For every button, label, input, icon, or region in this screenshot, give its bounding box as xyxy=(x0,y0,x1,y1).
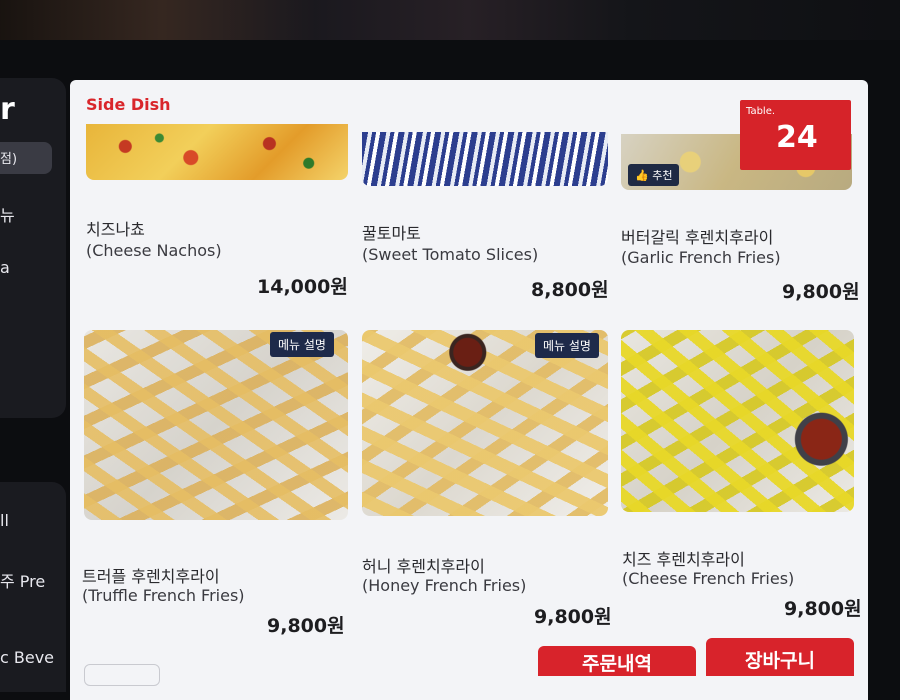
product-name-ko[interactable]: 꿀토마토 xyxy=(362,220,421,244)
sidebar-item-2[interactable]: 뉴 xyxy=(0,202,15,226)
cart-button[interactable]: 장바구니 xyxy=(706,638,854,676)
product-name-en[interactable]: (Sweet Tomato Slices) xyxy=(362,245,538,264)
product-price: 9,800원 xyxy=(784,598,862,620)
product-price: 9,800원 xyxy=(534,606,612,628)
product-image-cheese-fries[interactable] xyxy=(621,330,854,512)
blurred-background-strip xyxy=(0,0,900,40)
product-name-en[interactable]: (Garlic French Fries) xyxy=(621,248,781,267)
sidebar-logo: r xyxy=(0,92,15,127)
product-name-en[interactable]: (Cheese French Fries) xyxy=(622,569,794,588)
product-name-ko[interactable]: 허니 후렌치후라이 xyxy=(362,553,485,577)
product-price: 9,800원 xyxy=(267,615,345,637)
menu-info-button[interactable]: 메뉴 설명 xyxy=(535,333,599,358)
menu-info-button[interactable]: 메뉴 설명 xyxy=(270,332,334,357)
product-name-ko[interactable]: 트러플 후렌치후라이 xyxy=(82,563,220,587)
order-history-button[interactable]: 주문내역 xyxy=(538,646,696,676)
product-name-en[interactable]: (Honey French Fries) xyxy=(362,576,526,595)
product-image-sweet-tomato[interactable] xyxy=(362,132,608,186)
sidebar-item-6[interactable]: c Beve xyxy=(0,648,54,667)
sidebar-item-4[interactable]: ll xyxy=(0,511,9,530)
sidebar-item-1[interactable]: 점) xyxy=(0,148,17,167)
product-name-en[interactable]: (Cheese Nachos) xyxy=(86,241,222,260)
product-image-truffle-fries[interactable] xyxy=(84,330,348,520)
product-name-ko[interactable]: 치즈 후렌치후라이 xyxy=(622,546,745,570)
sidebar-item-3[interactable]: a xyxy=(0,258,10,277)
table-number: 24 xyxy=(776,120,818,155)
category-sidebar xyxy=(0,78,66,418)
product-image-cheese-nachos[interactable] xyxy=(86,124,348,180)
product-price: 9,800원 xyxy=(782,281,860,303)
secondary-button[interactable] xyxy=(84,664,160,686)
sidebar-item-5[interactable]: 주 Pre xyxy=(0,568,45,592)
product-price: 8,800원 xyxy=(531,279,609,301)
recommended-badge: 👍 추천 xyxy=(628,164,680,186)
table-label: Table. xyxy=(746,106,776,117)
product-name-ko[interactable]: 치즈나쵸 xyxy=(86,216,145,240)
product-name-ko[interactable]: 버터갈릭 후렌치후라이 xyxy=(621,224,773,248)
section-title: Side Dish xyxy=(86,95,171,114)
product-price: 14,000원 xyxy=(257,276,348,298)
thumbs-up-icon: 👍 xyxy=(635,169,649,182)
product-name-en[interactable]: (Truffle French Fries) xyxy=(82,586,245,605)
